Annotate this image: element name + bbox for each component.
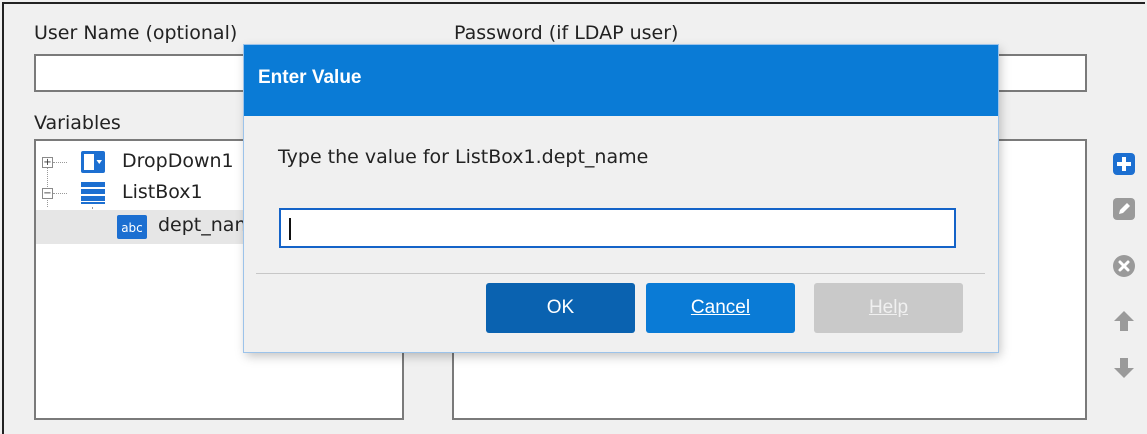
tree-item-listbox1[interactable]: ListBox1 — [122, 181, 203, 203]
tree-item-dropdown1[interactable]: DropDown1 — [122, 150, 234, 172]
text-caret — [289, 218, 291, 240]
expand-icon[interactable]: + — [42, 157, 53, 168]
delete-icon[interactable] — [1112, 254, 1136, 278]
cancel-button[interactable]: Cancel — [646, 283, 795, 333]
variables-label: Variables — [34, 112, 121, 134]
help-button-label: Help — [868, 297, 909, 318]
abc-text-icon: abc — [117, 215, 147, 239]
help-button: Help — [814, 283, 963, 333]
ok-button[interactable]: OK — [486, 283, 635, 333]
dialog-titlebar[interactable]: Enter Value — [244, 45, 998, 116]
password-label: Password (if LDAP user) — [454, 22, 679, 44]
cancel-button-label: Cancel — [690, 297, 751, 318]
dialog-separator — [256, 273, 985, 274]
dialog-prompt: Type the value for ListBox1.dept_name — [278, 146, 649, 168]
enter-value-dialog: Enter Value Type the value for ListBox1.… — [244, 45, 998, 352]
listbox-icon — [81, 182, 105, 204]
edit-icon[interactable] — [1112, 197, 1136, 221]
collapse-icon[interactable]: − — [42, 188, 53, 199]
svg-text:abc: abc — [121, 221, 143, 235]
move-up-icon[interactable] — [1112, 309, 1136, 333]
username-label: User Name (optional) — [34, 22, 238, 44]
add-icon[interactable] — [1112, 152, 1136, 176]
dialog-title: Enter Value — [258, 67, 362, 88]
value-input[interactable] — [279, 208, 956, 248]
dropdown-icon — [81, 151, 105, 173]
ok-button-label: OK — [546, 297, 575, 318]
move-down-icon[interactable] — [1112, 356, 1136, 380]
